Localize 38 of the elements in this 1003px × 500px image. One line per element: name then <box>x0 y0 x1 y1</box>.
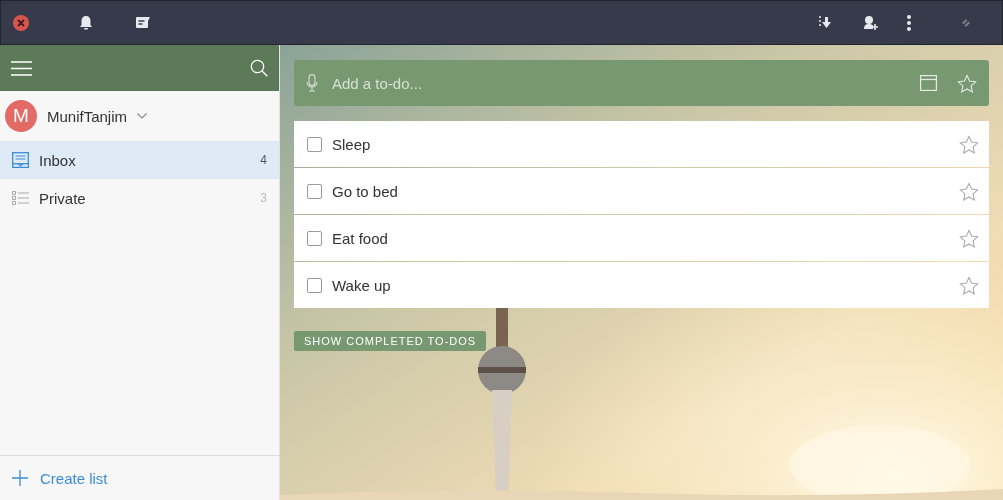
checkbox[interactable] <box>307 230 322 246</box>
chevron-down-icon[interactable] <box>137 113 148 119</box>
plus-icon <box>12 470 28 486</box>
add-todo-field[interactable]: Add a to-do... <box>330 73 908 93</box>
star-icon[interactable] <box>959 181 979 201</box>
checkbox[interactable] <box>307 277 322 293</box>
chat-icon[interactable] <box>135 16 151 29</box>
todo-title: Eat food <box>332 229 389 247</box>
list-icon <box>12 191 29 205</box>
add-user-icon[interactable] <box>863 14 879 31</box>
inbox-icon <box>12 152 29 168</box>
todo-title: Go to bed <box>332 182 399 200</box>
todo-title: Wake up <box>332 276 392 294</box>
checkbox[interactable] <box>307 136 322 152</box>
sidebar-item[interactable]: Inbox 4 <box>0 141 279 179</box>
todo-item[interactable]: Eat food <box>294 215 989 261</box>
user-name[interactable]: MunifTanjim <box>47 107 128 125</box>
item-count: 3 <box>260 191 267 205</box>
item-count: 4 <box>260 153 267 167</box>
add-todo-bar[interactable]: Add a to-do... <box>294 60 989 106</box>
shrink-icon[interactable] <box>962 18 970 27</box>
todo-item[interactable]: Sleep <box>294 121 989 167</box>
arrow-down-icon[interactable] <box>818 16 832 29</box>
search-icon[interactable] <box>250 59 268 77</box>
microphone-icon[interactable] <box>306 74 318 92</box>
bell-icon[interactable] <box>79 15 93 30</box>
todo-item[interactable]: Go to bed <box>294 168 989 214</box>
close-icon[interactable] <box>13 14 29 31</box>
more-icon[interactable] <box>906 14 912 31</box>
todo-item[interactable]: Wake up <box>294 262 989 308</box>
sidebar-item[interactable]: Private 3 <box>0 179 279 217</box>
star-icon[interactable] <box>959 228 979 248</box>
star-icon[interactable] <box>959 275 979 295</box>
todo-title: Sleep <box>332 135 372 153</box>
menu-icon[interactable] <box>11 60 32 76</box>
star-icon[interactable] <box>959 134 979 154</box>
calendar-icon[interactable] <box>920 75 937 91</box>
checkbox[interactable] <box>307 183 322 199</box>
